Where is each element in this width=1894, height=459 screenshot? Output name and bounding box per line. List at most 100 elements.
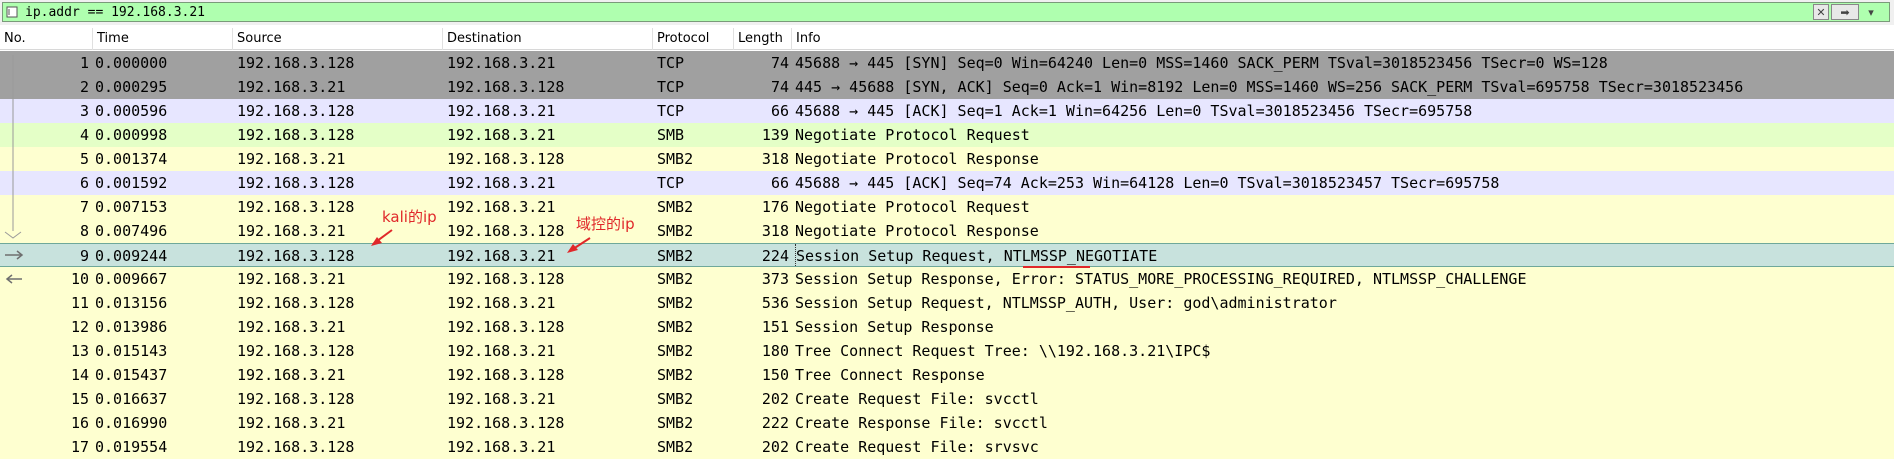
packet-row[interactable]: 7 0.007153 192.168.3.128 192.168.3.21 SMB2 17… [0, 195, 1894, 219]
packet-info: Negotiate Protocol Response [795, 150, 1039, 168]
bookmark-icon[interactable] [6, 6, 18, 18]
packet-protocol: SMB2 [657, 222, 694, 240]
packet-info: Create Response File: svcctl [795, 414, 1048, 432]
packet-destination: 192.168.3.21 [447, 126, 556, 144]
packet-protocol: SMB2 [657, 198, 694, 216]
packet-time: 0.016637 [95, 390, 168, 408]
packet-info: Session Setup Request, NTLMSSP_NEGOTIATE [795, 244, 1894, 268]
packet-protocol: SMB2 [657, 270, 694, 288]
packet-time: 0.009667 [95, 270, 168, 288]
packet-length: 318 [761, 222, 789, 240]
packet-source: 192.168.3.128 [237, 294, 355, 312]
packet-length: 151 [761, 318, 789, 336]
display-filter-field[interactable]: ✕ ➡ ▾ [2, 2, 1890, 22]
packet-list: 1 0.000000 192.168.3.128 192.168.3.21 TCP 74 4… [0, 51, 1894, 459]
apply-filter-button[interactable]: ➡ [1831, 4, 1859, 20]
packet-row[interactable]: 9 0.009244 192.168.3.128 192.168.3.21 SMB2 22… [0, 243, 1894, 268]
clear-filter-button[interactable]: ✕ [1813, 4, 1829, 20]
display-filter-input[interactable] [25, 4, 1525, 22]
packet-protocol: TCP [657, 78, 685, 96]
packet-time: 0.007496 [95, 222, 168, 240]
packet-row[interactable]: 12 0.013986 192.168.3.21 192.168.3.128 SMB2 1… [0, 315, 1894, 339]
packet-source: 192.168.3.21 [237, 78, 346, 96]
column-header-info[interactable]: Info [792, 28, 1894, 50]
packet-source: 192.168.3.21 [237, 366, 346, 384]
packet-length: 318 [761, 150, 789, 168]
packet-row[interactable]: 1 0.000000 192.168.3.128 192.168.3.21 TCP 74 4… [0, 51, 1894, 75]
packet-row[interactable]: 13 0.015143 192.168.3.128 192.168.3.21 SMB2 1… [0, 339, 1894, 363]
packet-info: Create Request File: svcctl [795, 390, 1039, 408]
packet-row[interactable]: 16 0.016990 192.168.3.21 192.168.3.128 SMB2 2… [0, 411, 1894, 435]
packet-protocol: SMB2 [657, 342, 694, 360]
packet-time: 0.001374 [95, 150, 168, 168]
packet-source: 192.168.3.128 [237, 247, 355, 265]
packet-length: 180 [761, 342, 789, 360]
packet-length: 66 [770, 102, 789, 120]
filter-history-dropdown[interactable]: ▾ [1863, 4, 1879, 20]
packet-time: 0.016990 [95, 414, 168, 432]
packet-protocol: TCP [657, 174, 685, 192]
packet-protocol: SMB2 [657, 390, 694, 408]
packet-destination: 192.168.3.128 [447, 414, 565, 432]
packet-protocol: SMB2 [657, 294, 694, 312]
packet-length: 202 [761, 390, 789, 408]
packet-source: 192.168.3.21 [237, 318, 346, 336]
packet-source: 192.168.3.21 [237, 270, 346, 288]
annotation-dc-ip: 域控的ip [576, 215, 635, 233]
packet-info: 445 → 45688 [SYN, ACK] Seq=0 Ack=1 Win=8… [795, 78, 1744, 96]
column-header-no[interactable]: No. [0, 28, 93, 50]
packet-row[interactable]: 15 0.016637 192.168.3.128 192.168.3.21 SMB2 2… [0, 387, 1894, 411]
packet-time: 0.001592 [95, 174, 168, 192]
display-filter-toolbar: ✕ ➡ ▾ [0, 0, 1894, 25]
packet-destination: 192.168.3.21 [447, 54, 556, 72]
packet-length: 176 [761, 198, 789, 216]
packet-row[interactable]: 2 0.000295 192.168.3.21 192.168.3.128 TCP 74 4… [0, 75, 1894, 99]
packet-source: 192.168.3.128 [237, 102, 355, 120]
column-header-destination[interactable]: Destination [443, 28, 653, 50]
packet-row[interactable]: 5 0.001374 192.168.3.21 192.168.3.128 SMB2 31… [0, 147, 1894, 171]
packet-protocol: TCP [657, 54, 685, 72]
packet-info: 45688 → 445 [ACK] Seq=74 Ack=253 Win=641… [795, 174, 1500, 192]
packet-info: Session Setup Response, Error: STATUS_MO… [795, 270, 1527, 288]
packet-destination: 192.168.3.21 [447, 390, 556, 408]
packet-time: 0.000000 [95, 54, 168, 72]
packet-source: 192.168.3.128 [237, 342, 355, 360]
column-header-length[interactable]: Length [734, 28, 792, 50]
packet-time: 0.015437 [95, 366, 168, 384]
packet-length: 139 [761, 126, 789, 144]
packet-row[interactable]: 14 0.015437 192.168.3.21 192.168.3.128 SMB2 1… [0, 363, 1894, 387]
packet-destination: 192.168.3.128 [447, 270, 565, 288]
packet-length: 74 [770, 78, 789, 96]
packet-destination: 192.168.3.21 [447, 438, 556, 456]
packet-info: Session Setup Request, NTLMSSP_AUTH, Use… [795, 294, 1337, 312]
related-packets-gutter [4, 55, 24, 284]
packet-length: 373 [761, 270, 789, 288]
column-header-source[interactable]: Source [233, 28, 443, 50]
packet-protocol: SMB2 [657, 438, 694, 456]
packet-row[interactable]: 17 0.019554 192.168.3.128 192.168.3.21 SMB2 2… [0, 435, 1894, 459]
packet-destination: 192.168.3.21 [447, 294, 556, 312]
column-header-protocol[interactable]: Protocol [653, 28, 734, 50]
arrow-right-icon: ➡ [1840, 5, 1850, 19]
packet-row[interactable]: 4 0.000998 192.168.3.128 192.168.3.21 SMB 139… [0, 123, 1894, 147]
packet-source: 192.168.3.21 [237, 150, 346, 168]
column-header-time[interactable]: Time [93, 28, 233, 50]
packet-source: 192.168.3.128 [237, 126, 355, 144]
packet-row[interactable]: 11 0.013156 192.168.3.128 192.168.3.21 SMB2 5… [0, 291, 1894, 315]
packet-source: 192.168.3.21 [237, 414, 346, 432]
packet-info: Negotiate Protocol Request [795, 126, 1030, 144]
packet-row[interactable]: 3 0.000596 192.168.3.128 192.168.3.21 TCP 66 4… [0, 99, 1894, 123]
packet-row[interactable]: 10 0.009667 192.168.3.21 192.168.3.128 SMB2 3… [0, 267, 1894, 291]
packet-info: Tree Connect Request Tree: \\192.168.3.2… [795, 342, 1211, 360]
packet-time: 0.007153 [95, 198, 168, 216]
packet-length: 74 [770, 54, 789, 72]
packet-time: 0.019554 [95, 438, 168, 456]
clear-icon: ✕ [1816, 5, 1826, 19]
packet-protocol: SMB2 [657, 318, 694, 336]
annotation-kali-ip: kali的ip [382, 208, 437, 226]
packet-length: 150 [761, 366, 789, 384]
packet-protocol: TCP [657, 102, 685, 120]
packet-row[interactable]: 8 0.007496 192.168.3.21 192.168.3.128 SMB2 31… [0, 219, 1894, 243]
packet-row[interactable]: 6 0.001592 192.168.3.128 192.168.3.21 TCP 66 4… [0, 171, 1894, 195]
packet-info: Negotiate Protocol Request [795, 198, 1030, 216]
